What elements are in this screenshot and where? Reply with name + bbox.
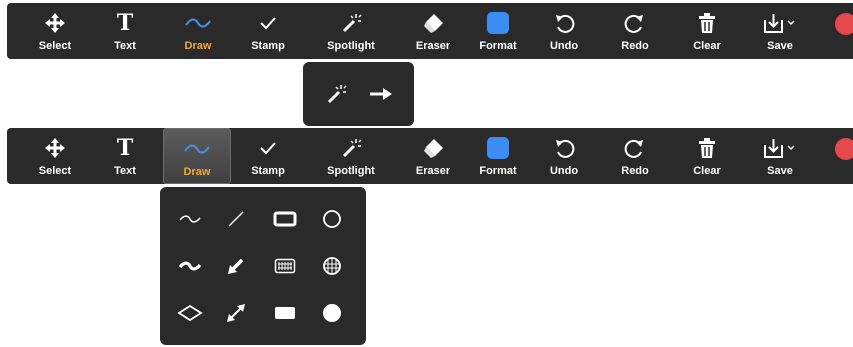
spotlight-label: Spotlight bbox=[327, 40, 375, 52]
arrow-right-icon[interactable] bbox=[363, 76, 399, 112]
clear-button[interactable]: Clear bbox=[673, 3, 741, 59]
download-save-icon bbox=[746, 10, 814, 36]
redo-button[interactable]: Redo bbox=[601, 128, 669, 184]
ellipse-filled-icon[interactable] bbox=[314, 295, 350, 331]
eraser-icon bbox=[399, 135, 467, 161]
save-label: Save bbox=[767, 165, 793, 177]
redo-icon bbox=[601, 135, 669, 161]
clear-label: Clear bbox=[693, 40, 721, 52]
text-label: Text bbox=[114, 165, 136, 177]
stamp-label: Stamp bbox=[251, 165, 285, 177]
thick-arrow-line-icon[interactable] bbox=[218, 248, 254, 284]
rectangle-filled-icon[interactable] bbox=[267, 295, 303, 331]
spotlight-tool-button[interactable]: Spotlight bbox=[317, 128, 385, 184]
draw-label: Draw bbox=[183, 166, 211, 178]
rectangle-outline-icon[interactable] bbox=[267, 201, 303, 237]
checkmark-icon bbox=[234, 10, 302, 36]
color-swatch-icon bbox=[464, 135, 532, 161]
draw-squiggle-icon bbox=[164, 136, 230, 162]
eraser-label: Eraser bbox=[415, 165, 451, 177]
draw-tool-button-selected[interactable]: Draw bbox=[163, 128, 231, 184]
draw-tool-button[interactable]: Draw bbox=[164, 3, 232, 59]
trash-icon bbox=[673, 10, 741, 36]
undo-icon bbox=[530, 10, 598, 36]
format-tool-button[interactable]: Format bbox=[464, 128, 532, 184]
checkmark-icon bbox=[234, 135, 302, 161]
draw-options-popup bbox=[160, 187, 366, 345]
stamp-tool-button[interactable]: Stamp bbox=[234, 3, 302, 59]
annotation-toolbar-top: Select T Text Draw Stamp Spotlight Erase… bbox=[7, 3, 853, 59]
eraser-icon bbox=[399, 10, 467, 36]
close-annotation-button[interactable] bbox=[835, 138, 853, 160]
undo-button[interactable]: Undo bbox=[530, 3, 598, 59]
select-tool-button[interactable]: Select bbox=[21, 3, 89, 59]
format-label: Format bbox=[479, 165, 517, 177]
magic-wand-icon bbox=[317, 135, 385, 161]
eraser-label: Eraser bbox=[415, 40, 451, 52]
undo-icon bbox=[530, 135, 598, 161]
spotlight-options-popup bbox=[303, 62, 414, 126]
annotation-toolbar-bottom: Select T Text Draw Stamp Spotlight Erase… bbox=[7, 128, 853, 184]
text-tool-button[interactable]: T Text bbox=[91, 128, 159, 184]
text-t-icon: T bbox=[116, 135, 134, 161]
clear-label: Clear bbox=[693, 165, 721, 177]
draw-label: Draw bbox=[184, 40, 212, 52]
trash-icon bbox=[673, 135, 741, 161]
text-tool-button[interactable]: T Text bbox=[91, 3, 159, 59]
draw-squiggle-icon bbox=[164, 10, 232, 36]
save-button[interactable]: Save bbox=[746, 128, 814, 184]
save-button[interactable]: Save bbox=[746, 3, 814, 59]
magic-wand-icon bbox=[317, 10, 385, 36]
format-label: Format bbox=[479, 40, 517, 52]
thin-line-icon[interactable] bbox=[218, 201, 254, 237]
diamond-outline-icon[interactable] bbox=[172, 295, 208, 331]
redo-label: Redo bbox=[621, 165, 649, 177]
text-t-icon: T bbox=[116, 10, 134, 36]
spotlight-label: Spotlight bbox=[327, 165, 375, 177]
color-swatch-icon bbox=[464, 10, 532, 36]
eraser-tool-button[interactable]: Eraser bbox=[399, 3, 467, 59]
double-arrow-icon[interactable] bbox=[218, 295, 254, 331]
save-label: Save bbox=[767, 40, 793, 52]
text-label: Text bbox=[114, 40, 136, 52]
undo-label: Undo bbox=[549, 40, 579, 52]
move-arrows-icon bbox=[21, 10, 89, 36]
clear-button[interactable]: Clear bbox=[673, 128, 741, 184]
select-label: Select bbox=[38, 165, 72, 177]
spotlight-wand-icon[interactable] bbox=[318, 76, 354, 112]
thick-freehand-icon[interactable] bbox=[172, 248, 208, 284]
thin-freehand-icon[interactable] bbox=[172, 201, 208, 237]
ellipse-hatched-icon[interactable] bbox=[314, 248, 350, 284]
redo-label: Redo bbox=[621, 40, 649, 52]
stamp-label: Stamp bbox=[251, 40, 285, 52]
eraser-tool-button[interactable]: Eraser bbox=[399, 128, 467, 184]
rectangle-hatched-icon[interactable] bbox=[267, 248, 303, 284]
download-save-icon bbox=[746, 135, 814, 161]
close-annotation-button[interactable] bbox=[835, 13, 853, 35]
redo-button[interactable]: Redo bbox=[601, 3, 669, 59]
redo-icon bbox=[601, 10, 669, 36]
undo-button[interactable]: Undo bbox=[530, 128, 598, 184]
move-arrows-icon bbox=[21, 135, 89, 161]
select-tool-button[interactable]: Select bbox=[21, 128, 89, 184]
stamp-tool-button[interactable]: Stamp bbox=[234, 128, 302, 184]
format-tool-button[interactable]: Format bbox=[464, 3, 532, 59]
spotlight-tool-button[interactable]: Spotlight bbox=[317, 3, 385, 59]
ellipse-outline-icon[interactable] bbox=[314, 201, 350, 237]
select-label: Select bbox=[38, 40, 72, 52]
undo-label: Undo bbox=[549, 165, 579, 177]
